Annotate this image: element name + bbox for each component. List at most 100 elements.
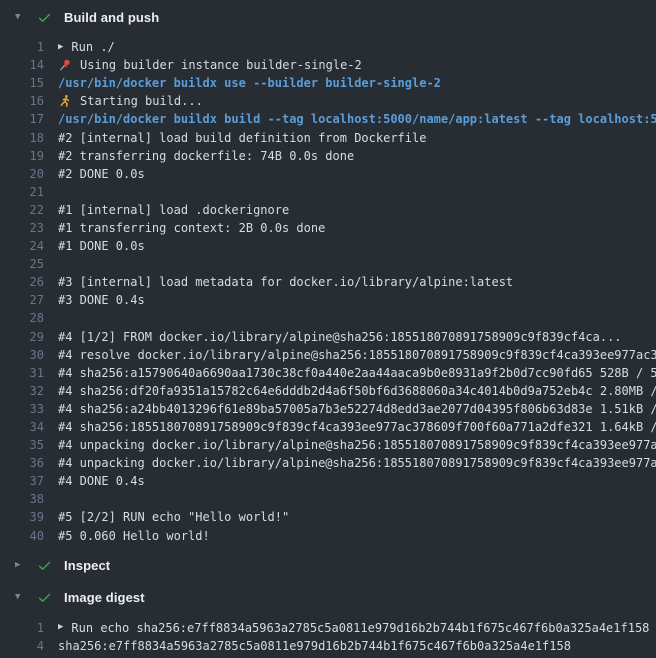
log-text: #1 DONE 0.0s — [58, 239, 145, 253]
line-number[interactable]: 30 — [0, 348, 44, 362]
log-line: 31#4 sha256:a15790640a6690aa1730c38cf0a4… — [0, 364, 656, 382]
actions-log-viewer: ▼Build and push1▶Run ./14Using builder i… — [0, 0, 656, 658]
line-content: Starting build... — [58, 94, 203, 109]
log-text: Run ./ — [71, 40, 114, 54]
log-line: 16 Starting build... — [0, 92, 656, 110]
line-number[interactable]: 31 — [0, 366, 44, 380]
log-text: #2 transferring dockerfile: 74B 0.0s don… — [58, 149, 354, 163]
line-number[interactable]: 15 — [0, 76, 44, 90]
log-line: 33#4 sha256:a24bb4013296f61e89ba57005a7b… — [0, 400, 656, 418]
log-line: 29 #4 [1/2] FROM docker.io/library/alpine… — [0, 328, 656, 346]
line-number[interactable]: 34 — [0, 420, 44, 434]
log-line: 25 — [0, 255, 656, 273]
log-text: #4 [1/2] FROM docker.io/library/alpine@s… — [58, 330, 622, 344]
line-number[interactable]: 1 — [0, 621, 44, 635]
section-title: Image digest — [64, 590, 145, 605]
log-text: #5 [2/2] RUN echo "Hello world!" — [58, 510, 289, 524]
line-content: #2 [internal] load build definition from… — [58, 131, 426, 145]
log-text: sha256:e7ff8834a5963a2785c5a0811e979d16b… — [58, 639, 571, 653]
log-text: #4 unpacking docker.io/library/alpine@sh… — [58, 456, 656, 470]
line-number[interactable]: 26 — [0, 275, 44, 289]
line-content: ▶ Run ./ — [58, 40, 115, 54]
log-line: 19 #2 transferring dockerfile: 74B 0.0s d… — [0, 147, 656, 165]
line-number[interactable]: 22 — [0, 203, 44, 217]
line-number[interactable]: 18 — [0, 131, 44, 145]
log-text: #3 [internal] load metadata for docker.i… — [58, 275, 513, 289]
line-number[interactable]: 32 — [0, 384, 44, 398]
line-content: #5 [2/2] RUN echo "Hello world!" — [58, 510, 289, 524]
chevron-down-icon[interactable]: ▼ — [15, 13, 28, 22]
section-title: Build and push — [64, 10, 159, 25]
log-line: 26 #3 [internal] load metadata for docker… — [0, 273, 656, 291]
line-number[interactable]: 35 — [0, 438, 44, 452]
line-content: ▶Run echo sha256:e7ff8834a5963a2785c5a08… — [58, 621, 649, 635]
log-text: #4 sha256:185518070891758909c9f839cf4ca3… — [58, 420, 656, 434]
log-line: 37 #4 DONE 0.4s — [0, 472, 656, 490]
log-text: #5 0.060 Hello world! — [58, 529, 210, 543]
log-line: 14 Using builder instance builder-single-… — [0, 56, 656, 74]
log-line: 38 — [0, 490, 656, 508]
line-number[interactable]: 14 — [0, 58, 44, 72]
line-number[interactable]: 28 — [0, 311, 44, 325]
log-text: #1 transferring context: 2B 0.0s done — [58, 221, 325, 235]
line-number[interactable]: 1 — [0, 40, 44, 54]
section-header-build-and-push[interactable]: ▼ Build and push — [0, 6, 656, 28]
play-icon[interactable]: ▶ — [58, 623, 63, 632]
line-number[interactable]: 40 — [0, 529, 44, 543]
line-content: #4 sha256:185518070891758909c9f839cf4ca3… — [58, 420, 656, 434]
log-line: 4 sha256:e7ff8834a5963a2785c5a0811e979d16… — [0, 637, 656, 655]
log-line: 32#4 sha256:df20fa9351a15782c64e6dddb2d4… — [0, 382, 656, 400]
log-text: Using builder instance builder-single-2 — [80, 58, 362, 72]
log-line: 23 #1 transferring context: 2B 0.0s done — [0, 219, 656, 237]
line-number[interactable]: 20 — [0, 167, 44, 181]
line-content: #2 DONE 0.0s — [58, 167, 145, 181]
section-header-inspect[interactable]: ▶Inspect — [0, 555, 656, 577]
line-number[interactable]: 39 — [0, 510, 44, 524]
log-text: #3 DONE 0.4s — [58, 293, 145, 307]
line-number[interactable]: 17 — [0, 112, 44, 126]
line-number[interactable]: 33 — [0, 402, 44, 416]
log-text: #2 DONE 0.0s — [58, 167, 145, 181]
line-number[interactable]: 4 — [0, 639, 44, 653]
line-number[interactable]: 27 — [0, 293, 44, 307]
line-number[interactable]: 25 — [0, 257, 44, 271]
log-line: 1 ▶ Run ./ — [0, 38, 656, 56]
line-number[interactable]: 29 — [0, 330, 44, 344]
line-number[interactable]: 38 — [0, 492, 44, 506]
section-header-image-digest[interactable]: ▼ Image digest — [0, 587, 656, 609]
log-text: #1 [internal] load .dockerignore — [58, 203, 289, 217]
log-line: 1 ▶Run echo sha256:e7ff8834a5963a2785c5a0… — [0, 619, 656, 637]
line-number[interactable]: 24 — [0, 239, 44, 253]
log-line: 39 #5 [2/2] RUN echo "Hello world!" — [0, 508, 656, 526]
log-text: #4 unpacking docker.io/library/alpine@sh… — [58, 438, 656, 452]
line-content: #4 unpacking docker.io/library/alpine@sh… — [58, 456, 656, 470]
check-icon — [37, 558, 52, 573]
pushpin-icon — [58, 58, 73, 73]
line-content: #1 [internal] load .dockerignore — [58, 203, 289, 217]
line-number[interactable]: 37 — [0, 474, 44, 488]
line-content: #4 unpacking docker.io/library/alpine@sh… — [58, 438, 656, 452]
line-content: #4 resolve docker.io/library/alpine@sha2… — [58, 348, 656, 362]
log-text: #2 [internal] load build definition from… — [58, 131, 426, 145]
line-number[interactable]: 36 — [0, 456, 44, 470]
log-line: 18 #2 [internal] load build definition fr… — [0, 128, 656, 146]
line-content: #3 [internal] load metadata for docker.i… — [58, 275, 513, 289]
line-number[interactable]: 16 — [0, 94, 44, 108]
log-line: 24 #1 DONE 0.0s — [0, 237, 656, 255]
line-content: #1 transferring context: 2B 0.0s done — [58, 221, 325, 235]
chevron-right-icon[interactable]: ▶ — [15, 561, 28, 570]
log-lines-build-and-push: 1 ▶ Run ./ 14 Using builder instance builder… — [0, 38, 656, 545]
line-content: /usr/bin/docker buildx use --builder bui… — [58, 76, 441, 90]
line-number[interactable]: 21 — [0, 185, 44, 199]
play-icon[interactable]: ▶ — [58, 43, 63, 52]
line-content: #3 DONE 0.4s — [58, 293, 145, 307]
log-lines-image-digest: 1 ▶Run echo sha256:e7ff8834a5963a2785c5a0… — [0, 619, 656, 655]
log-text: #4 DONE 0.4s — [58, 474, 145, 488]
log-text: Starting build... — [80, 94, 203, 108]
command-text: /usr/bin/docker buildx build --tag local… — [58, 112, 656, 126]
line-number[interactable]: 23 — [0, 221, 44, 235]
chevron-down-icon[interactable]: ▼ — [15, 593, 28, 602]
line-number[interactable]: 19 — [0, 149, 44, 163]
line-content: #1 DONE 0.0s — [58, 239, 145, 253]
line-content: #4 DONE 0.4s — [58, 474, 145, 488]
